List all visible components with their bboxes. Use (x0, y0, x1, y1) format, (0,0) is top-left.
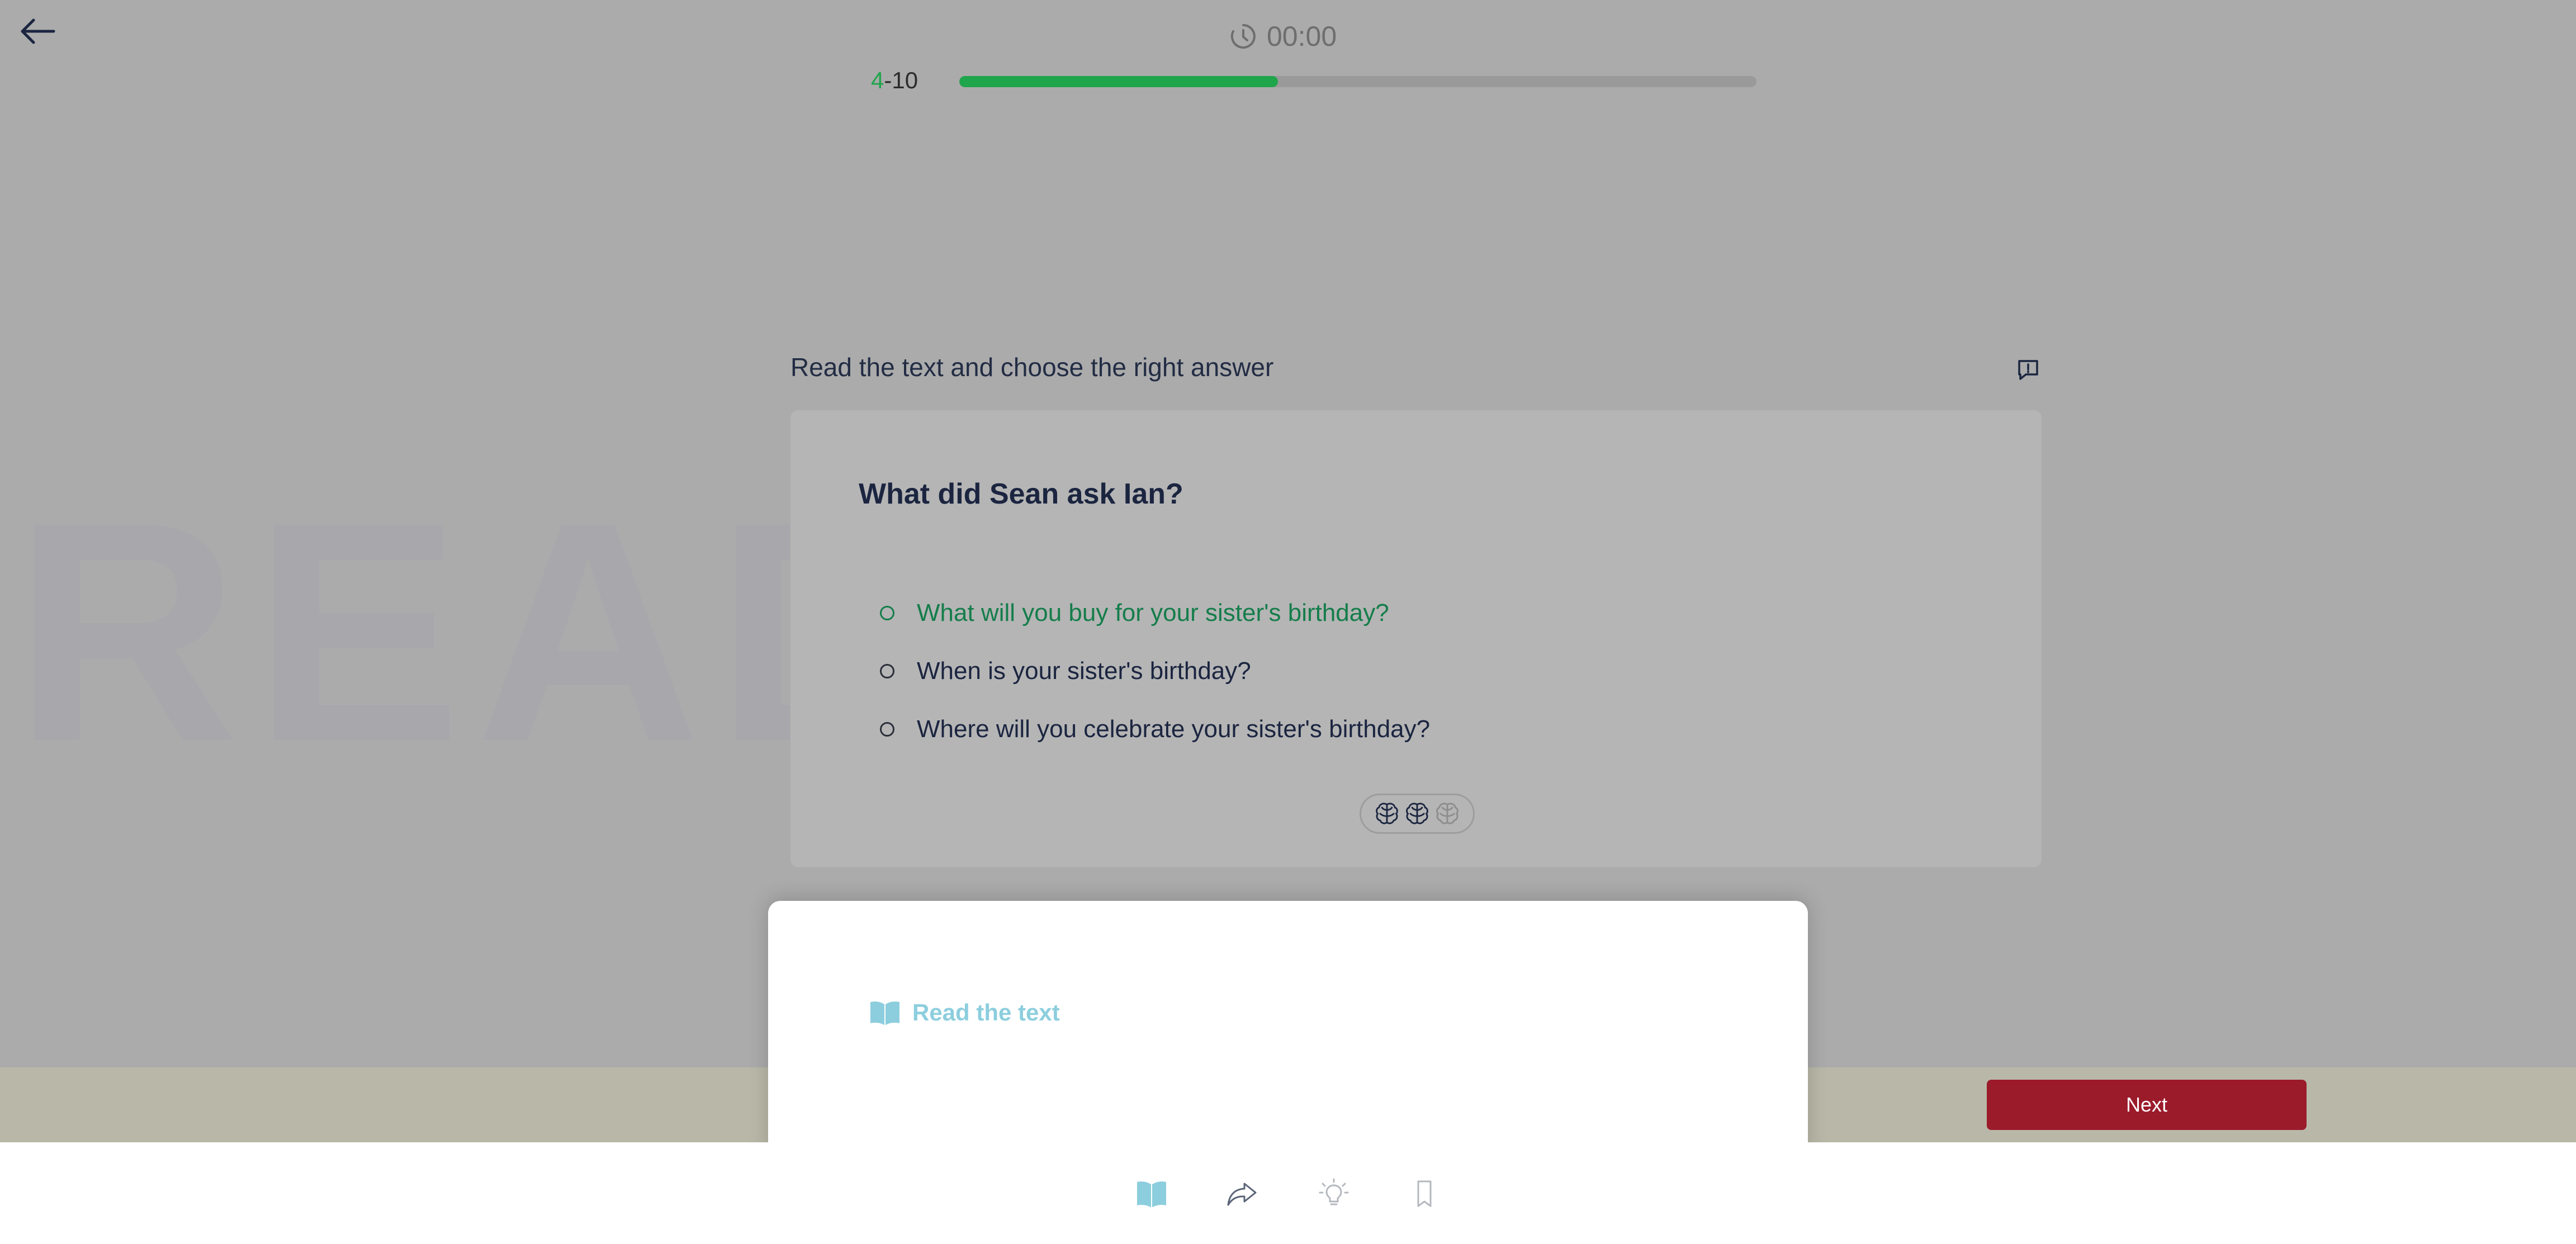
question-card: What did Sean ask Ian? What will you buy… (790, 410, 2042, 867)
read-text-panel: Read the text (768, 901, 1808, 1158)
progress-current: 4 (871, 67, 884, 93)
share-icon[interactable] (1225, 1177, 1259, 1210)
progress-separator: - (884, 67, 892, 93)
progress-bar-fill (959, 76, 1278, 87)
brain-icon (1376, 803, 1398, 824)
book-icon[interactable] (1135, 1177, 1168, 1210)
answer-option-label: What will you buy for your sister's birt… (917, 599, 1389, 626)
progress-total: 10 (892, 67, 918, 93)
open-book-icon (870, 1001, 899, 1025)
bookmark-icon[interactable] (1408, 1177, 1441, 1210)
difficulty-indicator (1360, 794, 1475, 834)
answer-option-label: When is your sister's birthday? (917, 657, 1251, 685)
timer: 00:00 (1230, 17, 1337, 56)
progress-bar (959, 76, 1756, 87)
back-arrow-icon[interactable] (19, 17, 56, 46)
radio-button[interactable] (880, 722, 894, 737)
stopwatch-icon (1230, 24, 1256, 49)
brain-icon (1436, 803, 1459, 824)
radio-button[interactable] (880, 664, 894, 678)
bottom-toolbar (0, 1142, 2576, 1244)
answer-option-label: Where will you celebrate your sister's b… (917, 715, 1431, 743)
read-text-header[interactable]: Read the text (869, 999, 1060, 1026)
answer-option-3[interactable]: Where will you celebrate your sister's b… (880, 715, 1430, 743)
next-button[interactable]: Next (1987, 1080, 2307, 1130)
instruction-text: Read the text and choose the right answe… (790, 353, 1274, 382)
answer-option-2[interactable]: When is your sister's birthday? (880, 657, 1251, 685)
question-text: What did Sean ask Ian? (859, 478, 1183, 510)
radio-button[interactable] (880, 606, 894, 620)
answer-option-1[interactable]: What will you buy for your sister's birt… (880, 599, 1389, 627)
report-comment-icon[interactable] (2016, 358, 2040, 382)
lightbulb-icon[interactable] (1317, 1177, 1351, 1210)
brain-icon (1406, 803, 1428, 824)
progress-counter: 4-10 (871, 67, 918, 94)
timer-value: 00:00 (1267, 21, 1337, 52)
read-text-title: Read the text (912, 999, 1060, 1025)
